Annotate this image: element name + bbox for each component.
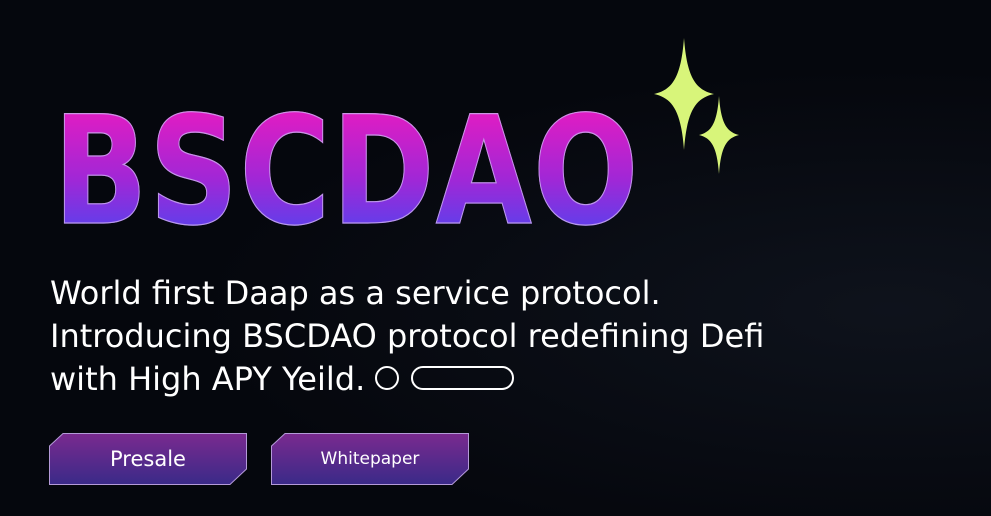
presale-button[interactable]: Presale <box>49 433 247 485</box>
whitepaper-button-label: Whitepaper <box>320 449 420 469</box>
pill-icon <box>411 366 515 390</box>
circle-icon <box>375 366 400 390</box>
presale-button-label: Presale <box>110 447 186 471</box>
tagline-line-1: World first Daap as a service protocol. <box>50 274 661 312</box>
hero-tagline: World first Daap as a service protocol. … <box>50 272 950 401</box>
sparkle-icon <box>699 96 739 174</box>
tagline-line-2: Introducing BSCDAO protocol redefining D… <box>50 317 765 355</box>
tagline-line-3-text: with High APY Yeild. <box>50 360 366 398</box>
hero-section: BSCDAO World first Daap as a service pro… <box>0 0 991 516</box>
tagline-line-3: with High APY Yeild. <box>50 358 950 401</box>
brand-title: BSCDAO <box>53 85 640 259</box>
whitepaper-button[interactable]: Whitepaper <box>271 433 469 485</box>
